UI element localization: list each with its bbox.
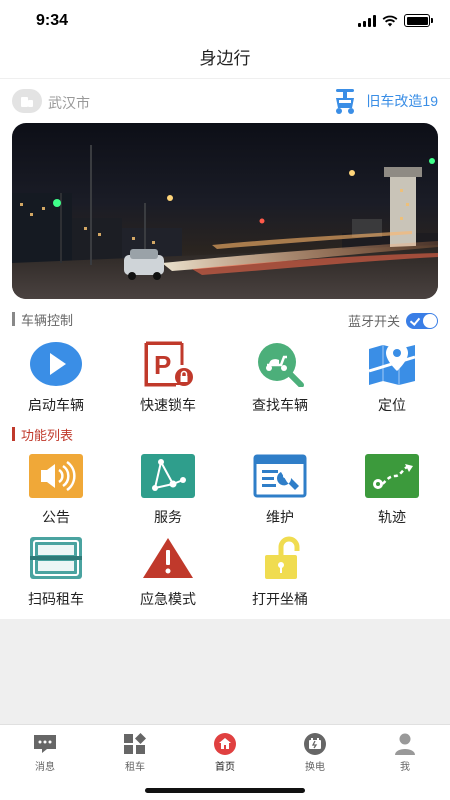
grid-label: 服务 [154,509,182,525]
grid-label: 快速锁车 [140,397,196,413]
scan-icon [30,537,82,579]
tab-label: 我 [400,762,410,773]
grid-label: 维护 [266,509,294,525]
wrench-icon [253,454,307,498]
maintenance-button[interactable]: 维护 [224,453,336,527]
section-title: 车辆控制 [21,312,74,328]
grid-label: 启动车辆 [28,397,84,413]
vehicle-control-header: 车辆控制 [12,309,73,329]
unlock-icon [265,536,300,579]
user-icon [395,733,415,755]
tab-messages[interactable]: 消息 [15,733,75,773]
battery-icon [404,14,433,27]
service-button[interactable]: 服务 [112,453,224,527]
signal-icon [358,14,376,27]
play-icon [30,342,82,386]
tab-battery-swap[interactable]: 换电 [285,733,345,773]
open-seat-button[interactable]: 打开坐桶 [224,535,336,609]
map-pin-icon [368,343,416,385]
message-icon [34,735,56,753]
tab-label: 首页 [215,762,235,773]
quick-lock-button[interactable]: P 快速锁车 [112,341,224,415]
home-indicator[interactable] [145,788,305,793]
banner-image[interactable] [12,123,438,299]
emergency-mode-button[interactable]: 应急模式 [112,535,224,609]
network-icon [141,454,195,498]
track-button[interactable]: 轨迹 [336,453,448,527]
grid-label: 打开坐桶 [252,591,308,607]
grid-label: 查找车辆 [252,397,308,413]
status-icons [358,14,433,27]
section-title: 功能列表 [21,427,74,443]
apps-icon [124,733,146,754]
bluetooth-toggle[interactable] [406,312,438,329]
city-night-illustration [12,145,438,299]
grid-label: 应急模式 [140,591,196,607]
promo-label: 旧车改造19 [366,93,438,109]
nav-bar: 身边行 [0,40,450,78]
find-scooter-icon [258,343,304,387]
bluetooth-switch-row: 蓝牙开关 [348,311,438,330]
parking-lock-icon: P [144,341,193,387]
city-icon[interactable] [12,89,42,113]
city-label[interactable]: 武汉市 [48,93,90,113]
announcement-button[interactable]: 公告 [0,453,112,527]
scan-rent-button[interactable]: 扫码租车 [0,535,112,609]
scooter-icon [336,89,355,114]
location-row: 武汉市 旧车改造19 [0,79,450,123]
grid-label: 轨迹 [378,509,406,525]
grid-label: 定位 [378,397,406,413]
grid-label: 扫码租车 [28,591,84,607]
main-panel: 武汉市 旧车改造19 车辆控制 蓝牙开关 启动车辆 P 快速锁车 查找车辆 定位… [0,79,450,619]
wifi-icon [382,15,398,26]
start-vehicle-button[interactable]: 启动车辆 [0,341,112,415]
features-header: 功能列表 [12,424,73,444]
status-bar: 9:34 [0,0,450,40]
tab-me[interactable]: 我 [375,733,435,773]
tab-rent[interactable]: 租车 [105,733,165,773]
tab-label: 租车 [125,762,145,773]
tab-label: 换电 [305,762,325,773]
speaker-icon [29,454,83,498]
find-vehicle-button[interactable]: 查找车辆 [224,341,336,415]
route-icon [365,454,419,498]
locate-button[interactable]: 定位 [336,341,448,415]
tab-label: 消息 [35,762,55,773]
grid-label: 公告 [42,509,70,525]
svg-text:P: P [154,350,171,380]
tab-home[interactable]: 首页 [195,733,255,773]
bluetooth-label: 蓝牙开关 [347,314,400,329]
status-time: 9:34 [36,12,69,29]
home-icon [214,733,236,755]
warning-icon [143,538,193,578]
page-title: 身边行 [199,49,251,68]
battery-swap-icon [304,733,326,755]
promo-link[interactable]: 旧车改造19 [330,87,438,115]
